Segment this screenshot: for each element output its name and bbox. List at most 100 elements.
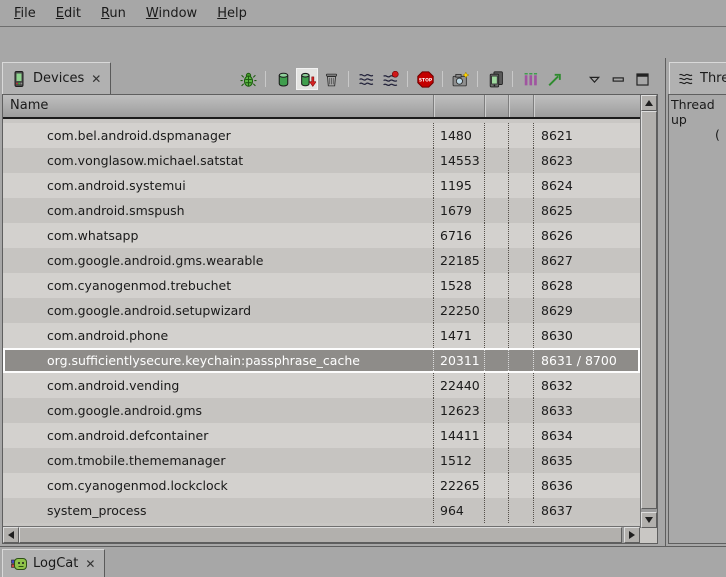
method-profiling-icon[interactable] [379,68,401,90]
threads-message: Thread up ( [668,94,726,544]
toolbar-separator [407,71,408,87]
tab-logcat[interactable]: LogCat ✕ [2,549,105,577]
menu-help[interactable]: Help [207,3,257,24]
column-header-4[interactable] [508,95,533,117]
cell-c3 [484,223,508,248]
svg-text:STOP: STOP [418,77,432,83]
cell-port: 8629 [533,298,640,323]
cell-c3 [484,323,508,348]
opengl-trace-icon[interactable] [543,68,565,90]
cell-c4 [508,298,533,323]
column-header-3[interactable] [484,95,508,117]
cell-c4 [508,173,533,198]
table-row[interactable]: com.android.phone14718630 [3,323,640,348]
cell-c3 [484,373,508,398]
cell-pid: 14411 [433,423,484,448]
cell-c4 [508,448,533,473]
view-hierarchy-icon[interactable] [484,68,506,90]
cell-c3 [484,350,508,371]
cell-pid: 1480 [433,123,484,148]
menu-edit[interactable]: Edit [46,3,91,24]
horizontal-scrollbar[interactable] [3,526,640,543]
cell-port: 8636 [533,473,640,498]
device-client-rows: com.bel.android.dspmanager14808621com.vo… [3,119,640,527]
vertical-scrollbar[interactable] [640,95,657,528]
cell-pid: 6716 [433,223,484,248]
tab-threads[interactable]: Threads [669,62,726,94]
cell-port: 8632 [533,373,640,398]
minimize-icon[interactable] [607,68,629,90]
table-row[interactable]: com.bel.android.dspmanager14808621 [3,123,640,148]
devices-table: Name com.bel.android.dspmanager14808621c… [2,94,658,544]
cell-c3 [484,248,508,273]
column-header-name[interactable]: Name [3,95,433,117]
table-row[interactable]: com.google.android.gms.wearable221858627 [3,248,640,273]
cell-port: 8624 [533,173,640,198]
table-row[interactable]: com.android.systemui11958624 [3,173,640,198]
table-row[interactable]: com.cyanogenmod.trebuchet15288628 [3,273,640,298]
cell-c3 [484,173,508,198]
right-arrow-icon [629,531,635,539]
cell-name: system_process [3,498,433,523]
cell-name: com.google.android.setupwizard [3,298,433,323]
stop-process-icon[interactable]: STOP [414,68,436,90]
cell-c4 [508,373,533,398]
cell-port: 8623 [533,148,640,173]
tab-devices[interactable]: Devices ✕ [2,62,111,94]
scroll-down-button[interactable] [641,512,657,528]
screen-capture-icon[interactable] [449,68,471,90]
hprof-dump-icon[interactable] [296,68,318,90]
table-row-selected[interactable]: org.sufficientlysecure.keychain:passphra… [3,348,640,373]
gc-icon[interactable] [320,68,342,90]
table-row[interactable]: com.android.smspush16798625 [3,198,640,223]
table-row[interactable]: com.whatsapp67168626 [3,223,640,248]
table-header: Name [3,95,640,119]
threads-message-line1: Thread up [671,97,726,127]
scroll-right-button[interactable] [624,527,640,543]
toolbar-separator [442,71,443,87]
menu-run[interactable]: Run [91,3,136,24]
view-menu-icon[interactable] [583,68,605,90]
debug-icon[interactable] [237,68,259,90]
cell-pid: 1528 [433,273,484,298]
toolbar-separator [348,71,349,87]
cell-c4 [508,498,533,523]
threads-icon [678,71,694,87]
table-row[interactable]: system_process964 8637 [3,498,640,523]
table-row[interactable]: com.google.android.gms126238633 [3,398,640,423]
cell-pid: 1471 [433,323,484,348]
update-threads-icon[interactable] [355,68,377,90]
tab-devices-close-icon[interactable]: ✕ [90,72,102,86]
column-header-port[interactable] [533,95,640,117]
menu-file[interactable]: File [4,3,46,24]
column-header-pid[interactable] [433,95,484,117]
maximize-icon[interactable] [631,68,653,90]
cell-c3 [484,423,508,448]
table-row[interactable]: com.android.vending224408632 [3,373,640,398]
menu-window[interactable]: Window [136,3,207,24]
toolbar-strip [0,28,726,58]
table-row[interactable]: com.android.defcontainer14411 8634 [3,423,640,448]
vertical-scroll-thumb[interactable] [641,111,657,509]
tab-logcat-close-icon[interactable]: ✕ [84,557,96,571]
cell-c4 [508,423,533,448]
cell-name: com.android.smspush [3,198,433,223]
devices-view: Devices ✕ STOP Name com.bel.android.dspm… [0,58,660,546]
table-row[interactable]: com.cyanogenmod.lockclock222658636 [3,473,640,498]
toolbar-separator [477,71,478,87]
table-row[interactable]: com.vonglasow.michael.satstat145538623 [3,148,640,173]
cell-c3 [484,273,508,298]
heap-update-icon[interactable] [272,68,294,90]
cell-port: 8634 [533,423,640,448]
scroll-up-button[interactable] [641,95,657,111]
systrace-icon[interactable] [519,68,541,90]
cell-pid: 964 [433,498,484,523]
table-row[interactable]: com.google.android.setupwizard222508629 [3,298,640,323]
cell-port: 8637 [533,498,640,523]
scroll-left-button[interactable] [3,527,19,543]
cell-name: com.android.defcontainer [3,423,433,448]
table-row[interactable]: com.tmobile.thememanager15128635 [3,448,640,473]
cell-pid: 22265 [433,473,484,498]
horizontal-scroll-thumb[interactable] [19,527,622,543]
cell-pid: 12623 [433,398,484,423]
